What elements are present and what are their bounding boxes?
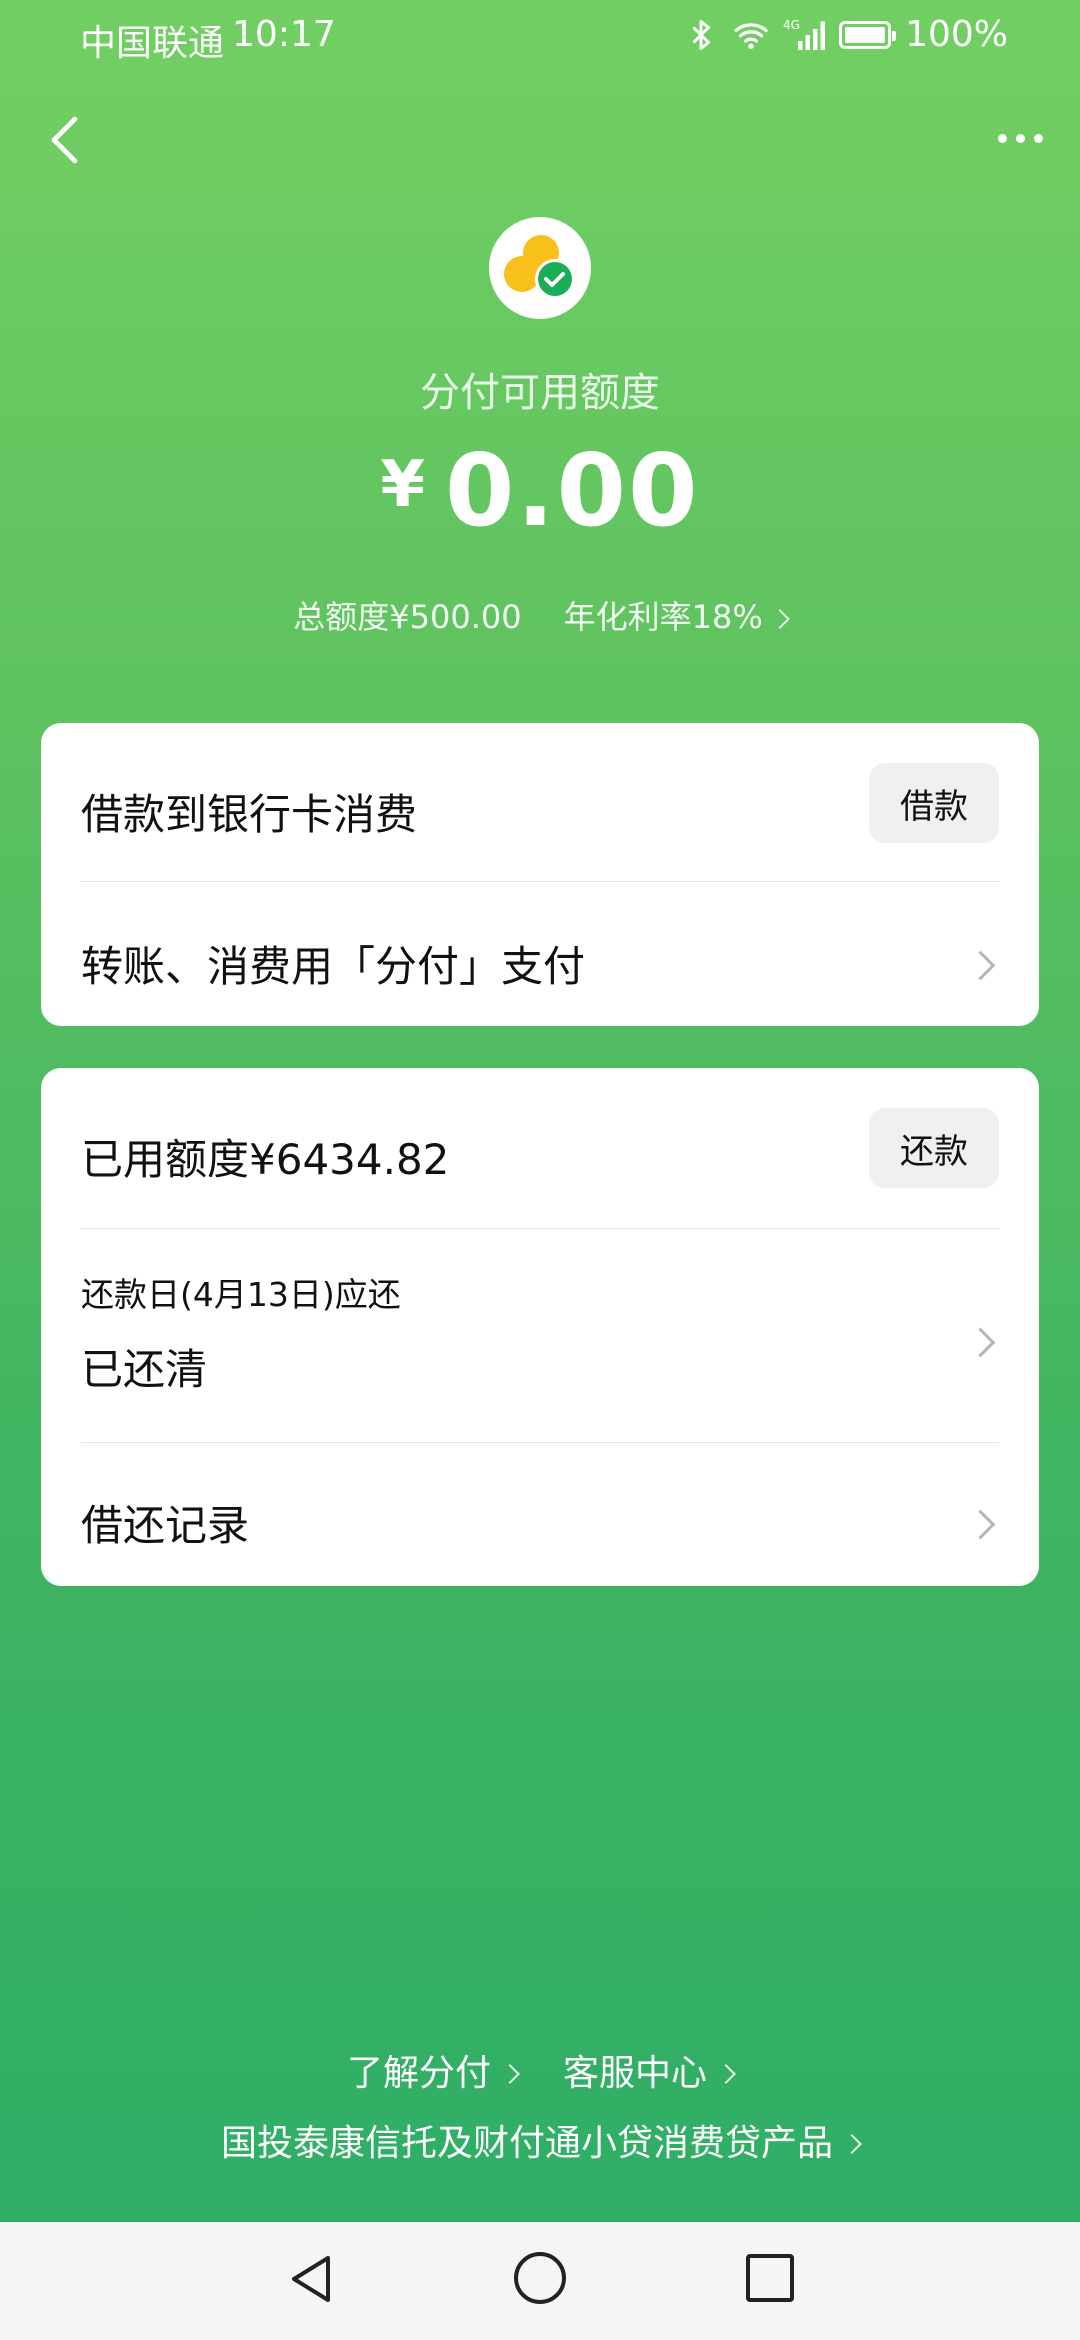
limit-info: 总额度¥500.00 年化利率18% (0, 592, 1080, 638)
records-row[interactable]: 借还记录 (81, 1492, 999, 1553)
due-date-label: 还款日(4月13日)应还 (81, 1275, 401, 1314)
used-limit-label: 已用额度¥6434.82 (81, 1135, 450, 1184)
borrow-row-label: 借款到银行卡消费 (81, 790, 418, 839)
bluetooth-icon (692, 19, 711, 50)
wifi-icon (734, 22, 768, 49)
network-type-label: 4G (783, 18, 800, 32)
learn-fenfu-label: 了解分付 (346, 2053, 491, 2094)
footer-links: 了解分付 客服中心 (0, 2044, 1080, 2096)
available-limit-title: 分付可用额度 (420, 370, 660, 416)
divider (81, 881, 999, 882)
divider (81, 1442, 999, 1443)
product-note-label: 国投泰康信托及财付通小贷消费贷产品 (220, 2123, 833, 2164)
annual-rate: 年化利率18% (563, 598, 763, 636)
chevron-right-icon (500, 2064, 520, 2084)
dot (997, 133, 1007, 143)
fenfu-logo-icon (489, 217, 591, 319)
nav-back-icon[interactable] (284, 2252, 338, 2306)
chevron-right-icon (716, 2064, 736, 2084)
learn-fenfu-link[interactable]: 了解分付 (346, 2044, 520, 2096)
battery-icon (839, 20, 897, 49)
available-amount: ¥0.00 (0, 432, 1080, 549)
battery-percent: 100% (905, 14, 1008, 55)
pay-with-fenfu-row[interactable]: 转账、消费用「分付」支付 (81, 933, 999, 994)
due-row[interactable]: 还款日(4月13日)应还 已还清 (81, 1268, 999, 1408)
borrow-button[interactable]: 借款 (869, 763, 999, 843)
more-dots-icon[interactable] (990, 118, 1050, 158)
top-bar (0, 100, 1080, 180)
signal-icon: 4G (783, 18, 826, 50)
available-amount-value: 0.00 (444, 432, 700, 549)
status-bar: 中国联通 10:17 4G 100% (0, 0, 1080, 72)
nav-recent-icon[interactable] (746, 2254, 794, 2302)
due-status: 已还清 (81, 1345, 208, 1394)
chevron-right-icon (842, 2134, 862, 2154)
chevron-right-icon (769, 609, 790, 629)
repay-button[interactable]: 还款 (869, 1108, 999, 1188)
status-time: 10:17 (232, 14, 336, 55)
carrier-name: 中国联通 (80, 23, 225, 64)
fenfu-logo-graphic (504, 235, 575, 299)
dot (1033, 133, 1043, 143)
customer-service-label: 客服中心 (563, 2053, 708, 2094)
nav-home-icon[interactable] (514, 2252, 566, 2304)
currency-symbol: ¥ (380, 448, 427, 522)
battery-fill (845, 26, 886, 43)
dot (1015, 133, 1025, 143)
system-nav-bar (0, 2222, 1080, 2340)
borrow-card: 借款到银行卡消费 借款 转账、消费用「分付」支付 (41, 723, 1039, 1026)
total-limit: 总额度¥500.00 (293, 598, 522, 636)
customer-service-link[interactable]: 客服中心 (563, 2044, 736, 2096)
status-left: 中国联通 10:17 (80, 14, 336, 66)
annual-rate-link[interactable]: 年化利率18% (563, 592, 790, 638)
divider (81, 1228, 999, 1229)
product-note-link[interactable]: 国投泰康信托及财付通小贷消费贷产品 (0, 2114, 1080, 2166)
status-right: 4G 100% (683, 14, 1008, 55)
repay-card: 已用额度¥6434.82 还款 还款日(4月13日)应还 已还清 借还记录 (41, 1068, 1039, 1586)
chevron-left-icon[interactable] (36, 110, 96, 170)
